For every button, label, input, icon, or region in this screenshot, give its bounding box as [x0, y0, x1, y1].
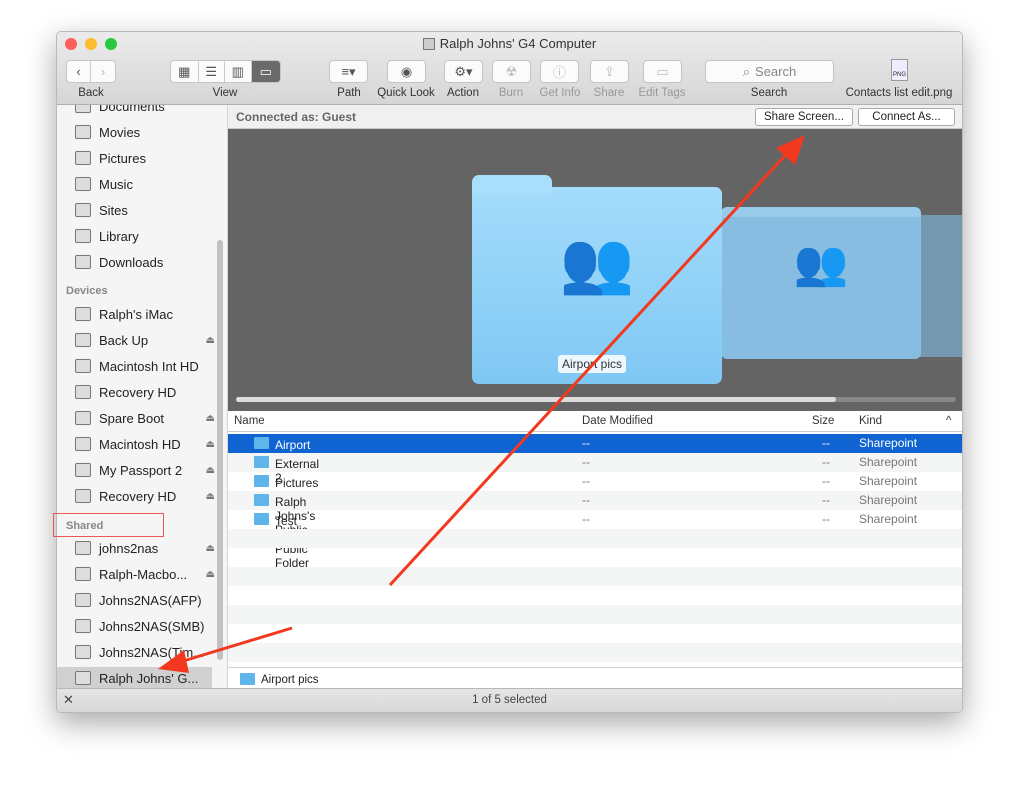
arrow-line-1: [388, 148, 792, 587]
annotation-arrows: [158, 135, 805, 673]
arrow-line-2: [179, 626, 293, 664]
arrow-head-2: [158, 650, 189, 673]
